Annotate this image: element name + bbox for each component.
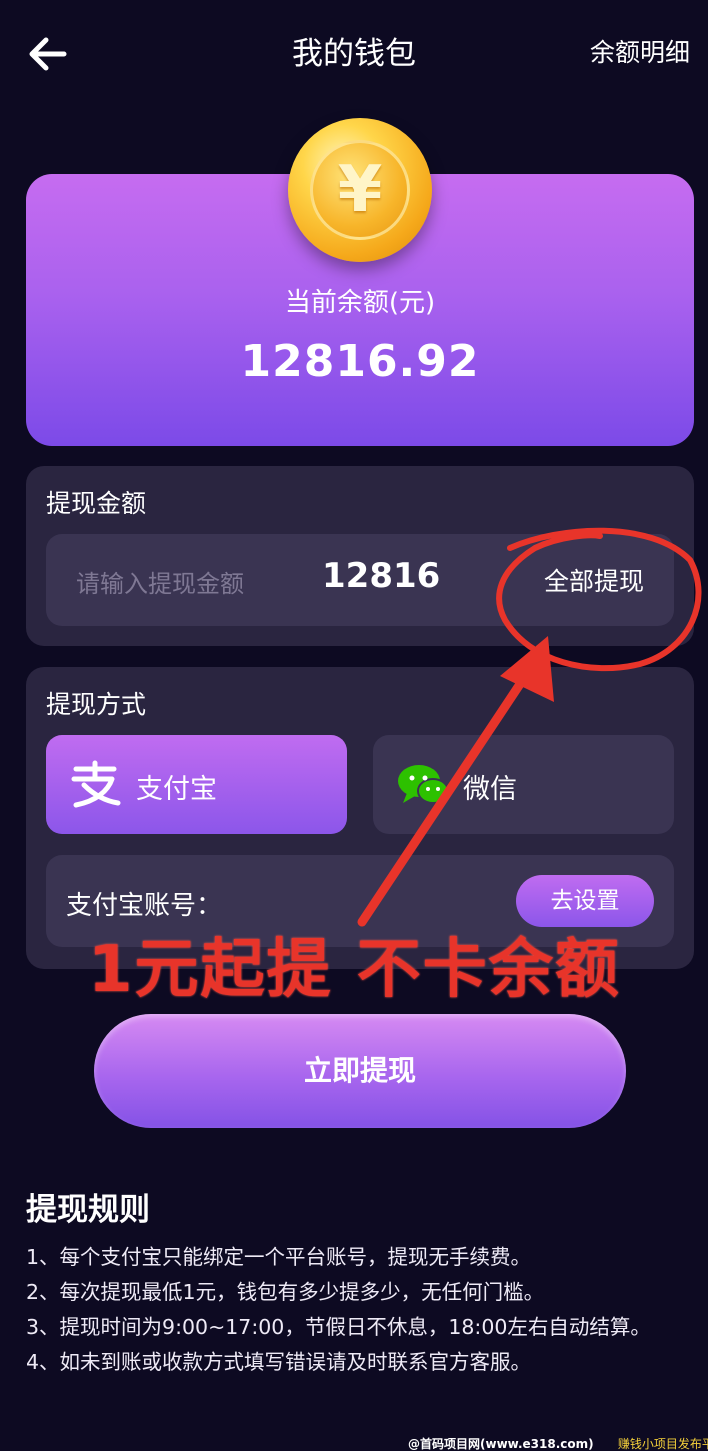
yuan-coin-icon: ¥ <box>288 118 432 262</box>
withdraw-now-button[interactable]: 立即提现 <box>94 1014 626 1128</box>
wechat-icon <box>398 765 449 804</box>
balance-label: 当前余额(元) <box>284 288 436 318</box>
balance-value: 12816.92 <box>240 336 480 387</box>
rule-item: 3、提现时间为9:00~17:00，节假日不休息，18:00左右自动结算。 <box>26 1315 651 1339</box>
amount-value: 12816 <box>322 556 441 596</box>
balance-detail-link[interactable]: 余额明细 <box>590 36 690 70</box>
method-wechat-button[interactable]: 微信 <box>373 735 674 834</box>
rule-item: 1、每个支付宝只能绑定一个平台账号，提现无手续费。 <box>26 1245 532 1269</box>
method-alipay-button[interactable]: 支付宝 <box>46 735 347 834</box>
alipay-icon <box>71 760 121 808</box>
header-bar: 我的钱包 余额明细 <box>0 0 708 105</box>
rules-title: 提现规则 <box>26 1192 150 1228</box>
rule-item: 2、每次提现最低1元，钱包有多少提多少，无任何门槛。 <box>26 1280 545 1304</box>
withdraw-amount-title: 提现金额 <box>46 489 147 518</box>
alipay-account-label: 支付宝账号： <box>66 891 223 921</box>
alipay-account-row: 支付宝账号： 去设置 <box>46 855 674 947</box>
coin-symbol: ¥ <box>310 140 410 240</box>
amount-input[interactable]: 请输入提现金额 12816 全部提现 <box>46 534 674 626</box>
amount-placeholder: 请输入提现金额 <box>76 570 244 598</box>
wechat-label: 微信 <box>463 774 517 805</box>
alipay-label: 支付宝 <box>136 774 217 805</box>
withdraw-amount-panel: 提现金额 请输入提现金额 12816 全部提现 <box>26 466 694 646</box>
rules-list: 1、每个支付宝只能绑定一个平台账号，提现无手续费。 2、每次提现最低1元，钱包有… <box>26 1240 706 1380</box>
watermark-left: @首码项目网(www.e318.com) <box>408 1437 594 1451</box>
watermark: @首码项目网(www.e318.com) 赚钱小项目发布平台 <box>408 1437 708 1451</box>
setup-account-button[interactable]: 去设置 <box>516 875 654 927</box>
rule-item: 4、如未到账或收款方式填写错误请及时联系官方客服。 <box>26 1350 532 1374</box>
withdraw-all-button[interactable]: 全部提现 <box>544 562 644 598</box>
withdraw-method-title: 提现方式 <box>46 690 147 719</box>
watermark-right: 赚钱小项目发布平台 <box>617 1437 708 1451</box>
withdraw-method-panel: 提现方式 支付宝 微信 支付宝账号： 去设置 <box>26 667 694 969</box>
